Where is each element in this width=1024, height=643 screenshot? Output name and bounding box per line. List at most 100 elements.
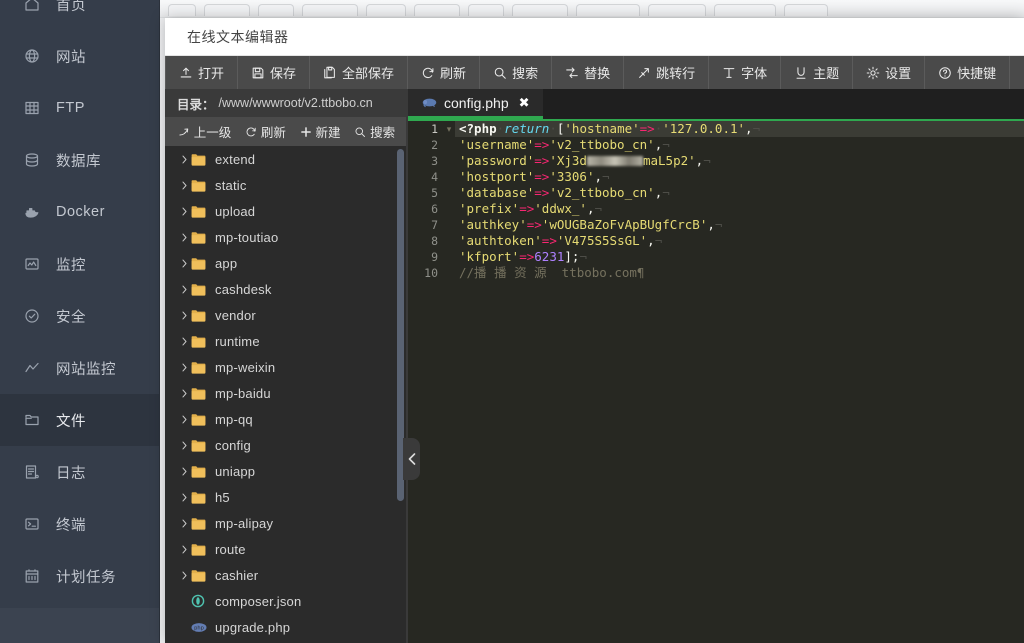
toolbar-button-全部保存[interactable]: 全部保存 [310, 56, 409, 89]
code-line[interactable]: 'database'=>'v2_ttbobo_cn',¬ [455, 185, 1024, 201]
code-line[interactable]: 'authtoken'=>'V475S5SsGL',¬ [455, 233, 1024, 249]
file-tool-新建[interactable]: 新建 [296, 122, 345, 141]
toolbar-button-替换[interactable]: 替换 [552, 56, 625, 89]
tree-folder-row[interactable]: runtime [165, 328, 408, 354]
file-tool-上一级[interactable]: 上一级 [174, 122, 236, 141]
code-panel: config.php ✖ 1 2 3 4 5 6 7 8 9 10 ▾ <?php·return·[… [408, 89, 1024, 643]
tree-folder-row[interactable]: static [165, 172, 408, 198]
tree-folder-row[interactable]: mp-weixin [165, 354, 408, 380]
toolbar-button-字体[interactable]: 字体 [709, 56, 782, 89]
tree-folder-row[interactable]: config [165, 432, 408, 458]
tree-folder-row[interactable]: mp-baidu [165, 380, 408, 406]
editor-tab[interactable]: config.php ✖ [408, 89, 543, 119]
folder-icon [191, 231, 211, 244]
line-number: 7 [431, 218, 438, 232]
chevron-right-icon[interactable] [179, 154, 191, 165]
sidebar-item-8[interactable]: 网站监控 [0, 342, 160, 394]
code-line[interactable]: 'kfport'=>6231];¬ [455, 249, 1024, 265]
sidebar-item-5[interactable]: Docker [0, 186, 160, 238]
code-content[interactable]: <?php·return·['hostname'=>·'127.0.0.1',¬… [455, 119, 1024, 643]
tree-folder-row[interactable]: uniapp [165, 458, 408, 484]
tree-folder-row[interactable]: app [165, 250, 408, 276]
sidebar-item-1[interactable]: 首页 [0, 0, 160, 30]
sidebar-item-11[interactable]: 终端 [0, 498, 160, 550]
chevron-right-icon[interactable] [179, 388, 191, 399]
chevron-right-icon[interactable] [179, 492, 191, 503]
sidebar-item-7[interactable]: 安全 [0, 290, 160, 342]
folder-icon [191, 335, 211, 348]
tree-folder-row[interactable]: cashier [165, 562, 408, 588]
code-line[interactable]: 'hostport'=>'3306',¬ [455, 169, 1024, 185]
toolbar-button-label: 主题 [813, 66, 840, 81]
sidebar-item-10[interactable]: 日志 [0, 446, 160, 498]
tree-file-row[interactable]: php upgrade.php [165, 614, 408, 640]
code-line[interactable]: 'prefix'=>'ddwx_',¬ [455, 201, 1024, 217]
chevron-right-icon[interactable] [179, 466, 191, 477]
code-line[interactable]: 'authkey'=>'wOUGBaZoFvApBUgfCrcB',¬ [455, 217, 1024, 233]
toolbar-button-快捷键[interactable]: 快捷键 [925, 56, 1011, 89]
sidebar-item-4[interactable]: 数据库 [0, 134, 160, 186]
tree-folder-row[interactable]: extend [165, 146, 408, 172]
chevron-right-icon[interactable] [179, 570, 191, 581]
sidebar-item-3[interactable]: FTP [0, 82, 160, 134]
tree-folder-row[interactable]: route [165, 536, 408, 562]
file-tree: extend static upload mp-toutiao app cashdesk v… [165, 146, 408, 643]
file-tool-刷新[interactable]: 刷新 [241, 122, 290, 141]
sidebar-item-2[interactable]: 网站 [0, 30, 160, 82]
code-line[interactable]: 'username'=>'v2_ttbobo_cn',¬ [455, 137, 1024, 153]
toolbar-button-主题[interactable]: 主题 [781, 56, 854, 89]
chevron-right-icon[interactable] [179, 440, 191, 451]
chevron-right-icon[interactable] [179, 232, 191, 243]
close-icon[interactable]: ✖ [519, 95, 530, 111]
chevron-right-icon[interactable] [179, 544, 191, 555]
toolbar-button-搜索[interactable]: 搜索 [480, 56, 553, 89]
toolbar-button-刷新[interactable]: 刷新 [408, 56, 481, 89]
chevron-right-icon[interactable] [179, 284, 191, 295]
chevron-right-icon[interactable] [179, 362, 191, 373]
sidebar-item-6[interactable]: 监控 [0, 238, 160, 290]
folder-icon [22, 410, 42, 430]
chevron-right-icon[interactable] [179, 518, 191, 529]
fold-marker[interactable]: ▾ [443, 121, 455, 137]
chevron-right-icon[interactable] [179, 206, 191, 217]
collapse-panel-handle[interactable] [403, 438, 420, 480]
toolbar-button-设置[interactable]: 设置 [853, 56, 926, 89]
tree-item-label: config [215, 437, 251, 453]
chevron-right-icon[interactable] [179, 258, 191, 269]
editor-toolbar: 打开 保存 全部保存 刷新 搜索 替换 跳转行 字体 主题 设置 快捷键文 [165, 56, 1024, 89]
sidebar-item-9[interactable]: 文件 [0, 394, 160, 446]
tree-file-row[interactable]: composer.json [165, 588, 408, 614]
line-number-gutter: 1 2 3 4 5 6 7 8 9 10 [408, 119, 443, 643]
save-icon [251, 66, 265, 80]
shield-check-icon [22, 306, 42, 326]
php-file-icon: php [191, 622, 211, 633]
chevron-right-icon[interactable] [179, 310, 191, 321]
line-number: 9 [431, 250, 438, 264]
code-line[interactable]: //播 播 资 源 ttbobo.com¶ [455, 265, 1024, 281]
tree-folder-row[interactable]: mp-toutiao [165, 224, 408, 250]
code-area[interactable]: 1 2 3 4 5 6 7 8 9 10 ▾ <?php·return·['hostname'=>… [408, 119, 1024, 643]
file-tool-搜索[interactable]: 搜索 [350, 122, 399, 141]
tree-folder-row[interactable]: cashdesk [165, 276, 408, 302]
question-icon [938, 66, 952, 80]
toolbar-button-跳转行[interactable]: 跳转行 [624, 56, 710, 89]
toolbar-button-文[interactable]: 文 [1010, 56, 1024, 89]
chevron-right-icon[interactable] [179, 336, 191, 347]
tree-folder-row[interactable]: mp-alipay [165, 510, 408, 536]
toolbar-button-label: 保存 [270, 66, 297, 81]
toolbar-button-打开[interactable]: 打开 [165, 56, 239, 89]
tree-folder-row[interactable]: h5 [165, 484, 408, 510]
background-chip [366, 4, 406, 16]
fold-column[interactable]: ▾ [443, 119, 455, 643]
sidebar-item-12[interactable]: 计划任务 [0, 550, 160, 602]
code-line[interactable]: 'password'=>'Xj3d maL5p2',¬ [455, 153, 1024, 169]
tree-folder-row[interactable]: upload [165, 198, 408, 224]
sidebar-item-label: 日志 [56, 465, 86, 482]
chevron-right-icon[interactable] [179, 414, 191, 425]
tree-folder-row[interactable]: mp-qq [165, 406, 408, 432]
tree-item-label: app [215, 255, 238, 271]
toolbar-button-保存[interactable]: 保存 [238, 56, 311, 89]
chevron-right-icon[interactable] [179, 180, 191, 191]
code-line[interactable]: <?php·return·['hostname'=>·'127.0.0.1',¬ [455, 121, 1024, 137]
tree-folder-row[interactable]: vendor [165, 302, 408, 328]
